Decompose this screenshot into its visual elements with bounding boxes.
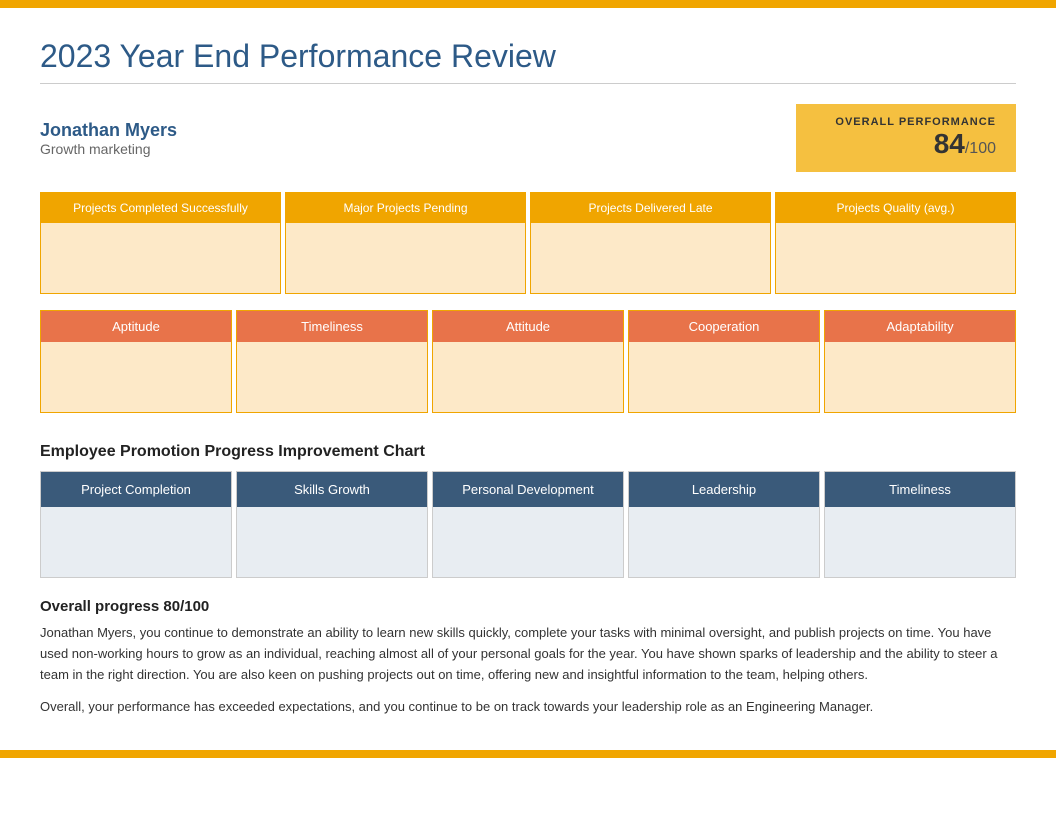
chart-col-1: Skills Growth <box>236 471 428 578</box>
skill-card-header-3: Cooperation <box>629 311 819 342</box>
skill-card-3: Cooperation <box>628 310 820 413</box>
title-divider <box>40 83 1016 84</box>
skill-card-body-1 <box>237 342 427 412</box>
employee-name: Jonathan Myers <box>40 120 177 141</box>
chart-col-body-1 <box>237 507 427 577</box>
skill-card-body-2 <box>433 342 623 412</box>
chart-col-0: Project Completion <box>40 471 232 578</box>
chart-col-header-3: Leadership <box>629 472 819 507</box>
stat-card-body-1 <box>286 223 525 293</box>
overall-progress-paragraph2: Overall, your performance has exceeded e… <box>40 697 1016 718</box>
chart-table: Project Completion Skills Growth Persona… <box>40 471 1016 578</box>
stat-card-body-3 <box>776 223 1015 293</box>
skill-card-0: Aptitude <box>40 310 232 413</box>
chart-col-4: Timeliness <box>824 471 1016 578</box>
skill-card-header-0: Aptitude <box>41 311 231 342</box>
op-max: /100 <box>965 140 996 157</box>
chart-col-header-1: Skills Growth <box>237 472 427 507</box>
skills-row: Aptitude Timeliness Attitude Cooperation… <box>40 310 1016 413</box>
top-bar <box>0 0 1056 8</box>
skill-card-header-1: Timeliness <box>237 311 427 342</box>
stat-card-header-3: Projects Quality (avg.) <box>776 193 1015 223</box>
employee-info: Jonathan Myers Growth marketing <box>40 120 177 157</box>
overall-progress-paragraph1: Jonathan Myers, you continue to demonstr… <box>40 623 1016 685</box>
chart-col-header-4: Timeliness <box>825 472 1015 507</box>
stats-row: Projects Completed Successfully Major Pr… <box>40 192 1016 294</box>
chart-col-body-3 <box>629 507 819 577</box>
stat-card-body-2 <box>531 223 770 293</box>
skill-card-body-0 <box>41 342 231 412</box>
overall-progress-title: Overall progress 80/100 <box>40 598 1016 615</box>
chart-col-header-2: Personal Development <box>433 472 623 507</box>
stat-card-header-0: Projects Completed Successfully <box>41 193 280 223</box>
chart-col-header-0: Project Completion <box>41 472 231 507</box>
stat-card-2: Projects Delivered Late <box>530 192 771 294</box>
overall-performance-box: OVERALL PERFORMANCE 84/100 <box>796 104 1016 172</box>
skill-card-header-4: Adaptability <box>825 311 1015 342</box>
page-title: 2023 Year End Performance Review <box>40 38 1016 75</box>
stat-card-3: Projects Quality (avg.) <box>775 192 1016 294</box>
chart-col-3: Leadership <box>628 471 820 578</box>
bottom-bar <box>0 750 1056 758</box>
op-score: 84/100 <box>816 128 996 160</box>
skill-card-body-3 <box>629 342 819 412</box>
chart-col-body-4 <box>825 507 1015 577</box>
stat-card-header-2: Projects Delivered Late <box>531 193 770 223</box>
chart-col-2: Personal Development <box>432 471 624 578</box>
page-container: 2023 Year End Performance Review Jonatha… <box>0 8 1056 750</box>
stat-card-0: Projects Completed Successfully <box>40 192 281 294</box>
chart-title: Employee Promotion Progress Improvement … <box>40 443 1016 461</box>
op-label: OVERALL PERFORMANCE <box>816 116 996 128</box>
op-score-value: 84 <box>934 128 965 159</box>
skill-card-2: Attitude <box>432 310 624 413</box>
skill-card-header-2: Attitude <box>433 311 623 342</box>
chart-col-body-2 <box>433 507 623 577</box>
stat-card-body-0 <box>41 223 280 293</box>
stat-card-1: Major Projects Pending <box>285 192 526 294</box>
skill-card-body-4 <box>825 342 1015 412</box>
skill-card-4: Adaptability <box>824 310 1016 413</box>
stat-card-header-1: Major Projects Pending <box>286 193 525 223</box>
chart-col-body-0 <box>41 507 231 577</box>
employee-role: Growth marketing <box>40 141 177 157</box>
skill-card-1: Timeliness <box>236 310 428 413</box>
employee-header: Jonathan Myers Growth marketing OVERALL … <box>40 104 1016 172</box>
